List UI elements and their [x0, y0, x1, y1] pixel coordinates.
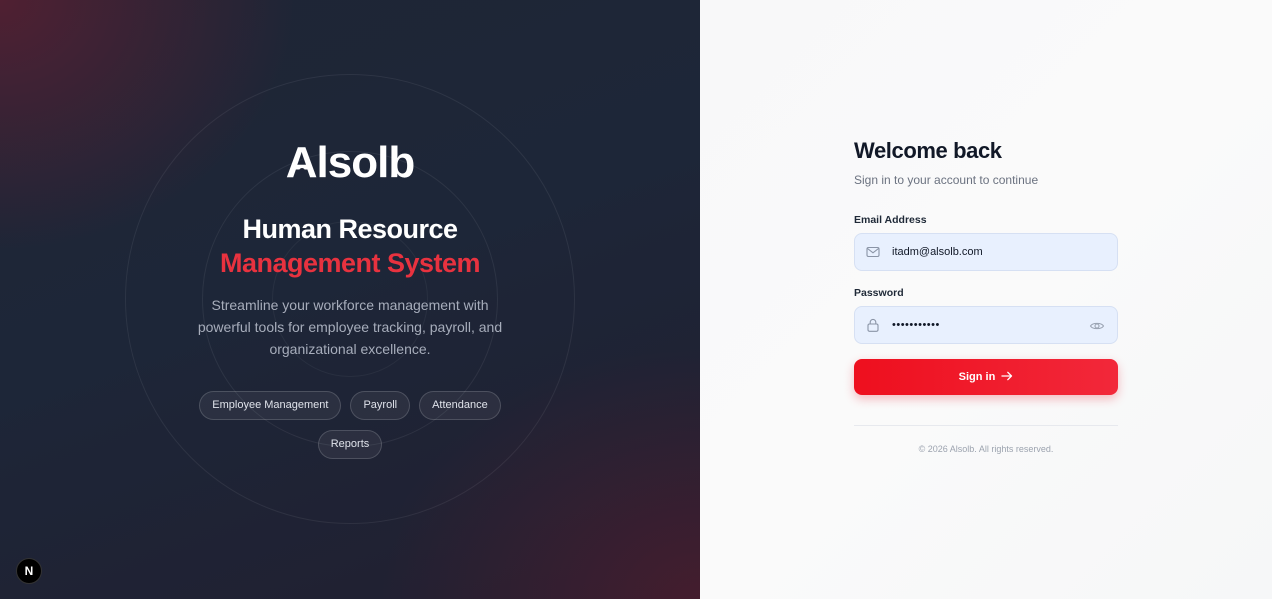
eye-icon[interactable]	[1089, 318, 1105, 334]
email-value: itadm@alsolb.com	[892, 246, 983, 258]
password-label: Password	[854, 287, 904, 299]
dev-tools-badge[interactable]: N	[16, 558, 42, 584]
brand-headline: Human Resource Management System	[0, 212, 700, 280]
footer-divider	[854, 425, 1118, 426]
headline-line2: Management System	[219, 248, 481, 278]
feature-pill-reports: Reports	[317, 430, 383, 459]
logo-accent-dot	[299, 168, 305, 174]
brand-tagline: Streamline your workforce management wit…	[197, 297, 503, 357]
headline-line1: Human Resource	[242, 214, 458, 244]
signin-panel: Welcome back Sign in to your account to …	[700, 0, 1272, 599]
password-value: •••••••••••	[892, 319, 940, 331]
form-title: Welcome back	[854, 138, 1002, 163]
arrow-right-icon	[1001, 371, 1013, 384]
signin-button[interactable]: Sign in	[854, 359, 1118, 395]
brand-panel: Alsolb Human Resource Management System …	[0, 0, 700, 599]
form-subtitle: Sign in to your account to continue	[854, 173, 1039, 187]
brand-logo: Alsolb	[285, 138, 415, 187]
signin-form: Welcome back Sign in to your account to …	[854, 138, 1118, 454]
feature-pill-payroll: Payroll	[350, 391, 411, 420]
password-field[interactable]: •••••••••••	[854, 306, 1118, 344]
email-label: Email Address	[854, 214, 927, 226]
copyright-text: © 2026 Alsolb. All rights reserved.	[918, 444, 1054, 454]
email-field[interactable]: itadm@alsolb.com	[854, 233, 1118, 271]
lock-icon	[866, 318, 880, 332]
feature-pills: Employee Management Payroll Attendance R…	[190, 391, 510, 459]
mail-icon	[866, 245, 880, 259]
feature-pill-employee-management: Employee Management	[199, 391, 342, 420]
signin-button-label: Sign in	[958, 371, 996, 383]
feature-pill-attendance: Attendance	[419, 391, 501, 420]
